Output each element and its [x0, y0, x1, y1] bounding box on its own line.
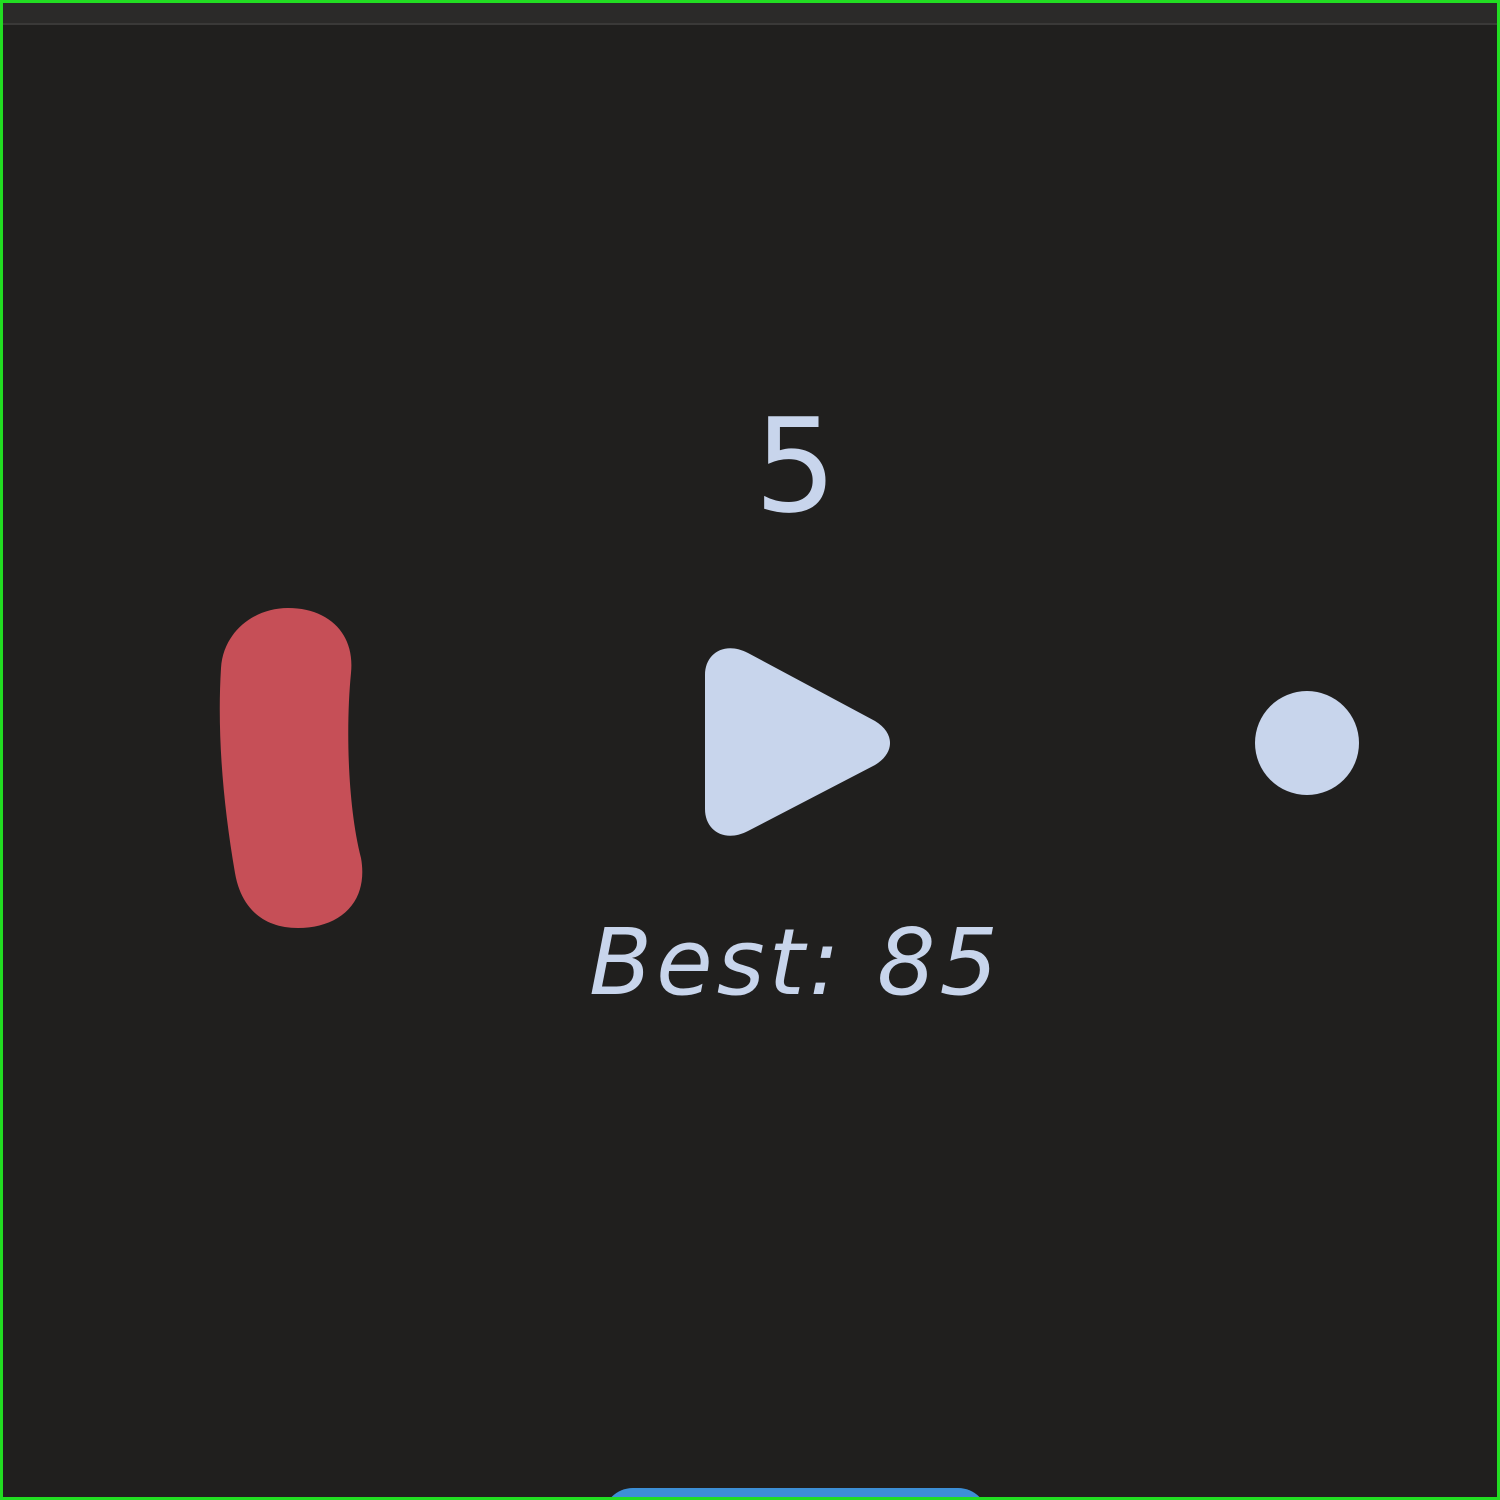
game-screen: 5 Best: 85	[0, 0, 1500, 1500]
play-button[interactable]	[693, 643, 898, 843]
best-score-label: Best: 85	[588, 909, 1003, 1016]
play-icon	[705, 648, 890, 836]
score-display: 5	[754, 390, 837, 542]
top-bar	[3, 3, 1497, 25]
bottom-action-button[interactable]	[603, 1488, 988, 1497]
ball	[1255, 691, 1359, 795]
player-paddle	[219, 608, 363, 928]
